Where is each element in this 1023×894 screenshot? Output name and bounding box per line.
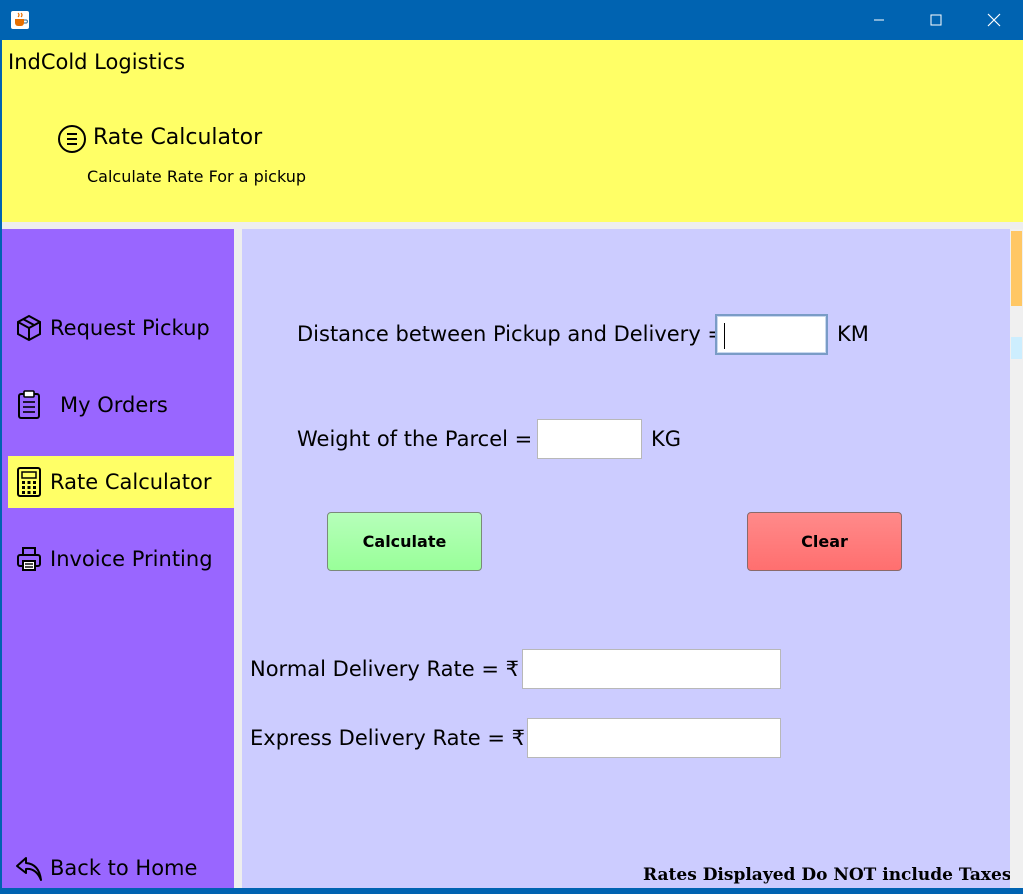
sidebar-item-invoice-printing[interactable]: Invoice Printing (8, 533, 234, 585)
divider (234, 229, 242, 888)
scrollbar[interactable] (1010, 229, 1023, 888)
sidebar-item-label: Request Pickup (50, 316, 210, 340)
minimize-icon (874, 19, 884, 21)
calculator-icon (14, 467, 44, 497)
taxes-note: Rates Displayed Do NOT include Taxes (643, 865, 1012, 885)
window-titlebar[interactable] (0, 0, 1023, 40)
rate-calculator-panel: Distance between Pickup and Delivery = K… (242, 229, 1012, 888)
package-icon (14, 313, 44, 343)
normal-rate-field[interactable] (522, 649, 781, 689)
section-title: Rate Calculator (93, 125, 263, 150)
divider (2, 222, 1023, 229)
clipboard-icon (14, 390, 44, 420)
scrollbar-thumb[interactable] (1011, 231, 1022, 306)
calculate-button[interactable]: Calculate (327, 512, 482, 571)
normal-rate-label: Normal Delivery Rate = ₹ (250, 657, 519, 681)
section-subtitle: Calculate Rate For a pickup (87, 167, 307, 186)
maximize-icon (930, 14, 942, 26)
clear-button[interactable]: Clear (747, 512, 902, 571)
printer-icon (14, 544, 44, 574)
sidebar-item-label: My Orders (60, 393, 168, 417)
text-caret (724, 323, 725, 349)
app-header: IndCold Logistics Rate Calculator Calcul… (2, 40, 1023, 222)
scrollbar-segment (1011, 337, 1022, 359)
sidebar-item-label: Invoice Printing (50, 547, 213, 571)
express-rate-field[interactable] (527, 718, 781, 758)
minimize-button[interactable] (850, 0, 908, 40)
distance-input[interactable] (715, 314, 828, 355)
sidebar-item-my-orders[interactable]: My Orders (8, 379, 234, 431)
app-title: IndCold Logistics (8, 50, 186, 74)
sidebar-item-label: Rate Calculator (50, 470, 212, 494)
back-to-home-button[interactable]: Back to Home (8, 842, 234, 894)
weight-input[interactable] (537, 419, 642, 459)
sidebar-item-rate-calculator[interactable]: Rate Calculator (8, 456, 234, 508)
java-cup-icon (10, 10, 30, 30)
sidebar: Request Pickup My Orders Rate Calculator… (2, 229, 234, 888)
back-to-home-label: Back to Home (50, 856, 198, 880)
close-icon (987, 13, 1001, 27)
maximize-button[interactable] (907, 0, 965, 40)
weight-unit: KG (651, 427, 682, 451)
distance-label: Distance between Pickup and Delivery = (297, 322, 726, 346)
weight-label: Weight of the Parcel = (297, 427, 533, 451)
distance-unit: KM (837, 322, 869, 346)
close-button[interactable] (965, 0, 1023, 40)
sidebar-item-request-pickup[interactable]: Request Pickup (8, 302, 234, 354)
list-circle-icon (57, 124, 87, 154)
back-arrow-icon (14, 853, 44, 883)
express-rate-label: Express Delivery Rate = ₹ (250, 726, 525, 750)
